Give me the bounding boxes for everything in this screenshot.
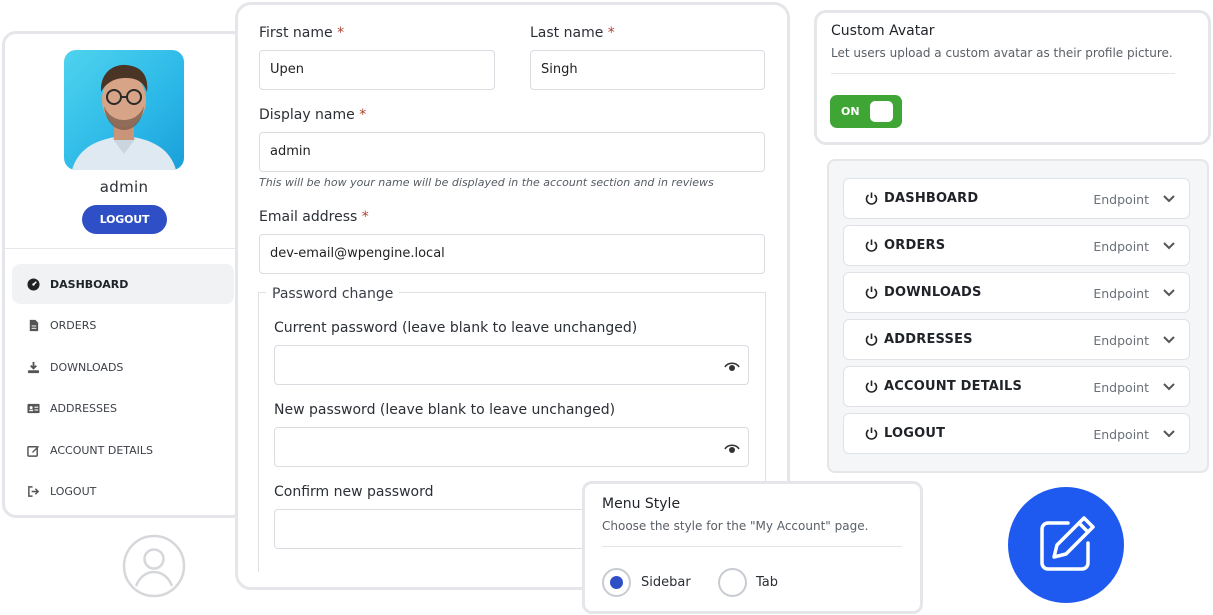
radio-tab-label: Tab <box>756 575 779 590</box>
endpoint-type: Endpoint <box>1093 286 1149 301</box>
nav-item-dashboard[interactable]: DASHBOARD <box>12 264 234 304</box>
endpoint-name: LOGOUT <box>884 426 946 441</box>
last-name-label: Last name * <box>530 25 615 41</box>
display-name-input[interactable]: admin <box>259 132 765 172</box>
custom-avatar-toggle[interactable]: ON <box>830 95 902 128</box>
account-username: admin <box>99 178 149 196</box>
new-password-input[interactable] <box>274 427 749 467</box>
endpoint-name: ORDERS <box>884 238 946 253</box>
eye-icon[interactable] <box>724 443 740 455</box>
menu-style-description: Choose the style for the "My Account" pa… <box>602 519 869 533</box>
divider <box>602 546 902 547</box>
file-icon <box>26 319 40 333</box>
power-icon <box>865 239 878 252</box>
power-icon <box>865 427 878 440</box>
email-input[interactable]: dev-email@wpengine.local <box>259 234 765 274</box>
edit-button[interactable] <box>1008 487 1124 603</box>
dashboard-icon <box>26 277 40 291</box>
chevron-down-icon[interactable] <box>1163 335 1175 345</box>
display-name-label: Display name * <box>259 107 367 123</box>
chevron-down-icon[interactable] <box>1163 241 1175 251</box>
last-name-input[interactable]: Singh <box>530 50 765 90</box>
toggle-label: ON <box>841 105 860 118</box>
menu-style-card: Menu Style Choose the style for the "My … <box>582 481 923 614</box>
new-password-label: New password (leave blank to leave uncha… <box>274 402 616 418</box>
nav-item-orders[interactable]: ORDERS <box>12 306 234 346</box>
nav-item-account-details[interactable]: ACCOUNT DETAILS <box>12 430 234 470</box>
endpoint-type: Endpoint <box>1093 427 1149 442</box>
radio-tab[interactable] <box>718 568 747 597</box>
password-legend: Password change <box>266 286 400 302</box>
endpoint-row-logout[interactable]: LOGOUT Endpoint <box>843 413 1190 454</box>
chevron-down-icon[interactable] <box>1163 429 1175 439</box>
nav-item-downloads[interactable]: DOWNLOADS <box>12 347 234 387</box>
endpoint-name: DASHBOARD <box>884 191 979 206</box>
eye-icon[interactable] <box>724 361 740 373</box>
endpoint-type: Endpoint <box>1093 380 1149 395</box>
display-name-hint: This will be how your name will be displ… <box>259 176 714 189</box>
custom-avatar-title: Custom Avatar <box>831 23 935 39</box>
first-name-input[interactable]: Upen <box>259 50 495 90</box>
confirm-password-label: Confirm new password <box>274 484 434 500</box>
endpoint-type: Endpoint <box>1093 192 1149 207</box>
nav-item-label: ORDERS <box>50 319 97 333</box>
user-circle-icon <box>122 534 186 598</box>
nav-item-label: DOWNLOADS <box>50 360 124 374</box>
custom-avatar-card: Custom Avatar Let users upload a custom … <box>814 10 1211 145</box>
download-icon <box>26 360 40 374</box>
account-sidebar-card: admin LOGOUT DASHBOARD ORDERS DOWNLOADS <box>2 31 246 518</box>
edit-icon <box>26 443 40 457</box>
divider <box>831 73 1175 74</box>
toggle-knob <box>870 101 893 122</box>
nav-item-label: DASHBOARD <box>50 277 129 291</box>
chevron-down-icon[interactable] <box>1163 194 1175 204</box>
custom-avatar-description: Let users upload a custom avatar as thei… <box>831 46 1173 60</box>
sign-out-icon <box>26 485 40 499</box>
menu-style-title: Menu Style <box>602 496 681 512</box>
nav-item-label: LOGOUT <box>50 485 97 499</box>
logout-button[interactable]: LOGOUT <box>82 205 167 234</box>
account-nav: DASHBOARD ORDERS DOWNLOADS ADDRESSES ACC… <box>12 264 234 514</box>
power-icon <box>865 192 878 205</box>
chevron-down-icon[interactable] <box>1163 288 1175 298</box>
endpoint-type: Endpoint <box>1093 239 1149 254</box>
avatar-photo-illustration <box>72 64 176 170</box>
endpoint-row-orders[interactable]: ORDERS Endpoint <box>843 225 1190 266</box>
chevron-down-icon[interactable] <box>1163 382 1175 392</box>
radio-sidebar[interactable] <box>602 568 631 597</box>
endpoint-name: ADDRESSES <box>884 332 973 347</box>
id-card-icon <box>26 402 40 416</box>
endpoint-list: DASHBOARD Endpoint ORDERS Endpoint DOWNL… <box>827 159 1209 473</box>
endpoint-row-account-details[interactable]: ACCOUNT DETAILS Endpoint <box>843 366 1190 407</box>
endpoint-row-dashboard[interactable]: DASHBOARD Endpoint <box>843 178 1190 219</box>
nav-item-label: ADDRESSES <box>50 402 117 416</box>
first-name-label: First name * <box>259 25 345 41</box>
nav-item-label: ACCOUNT DETAILS <box>50 443 154 457</box>
nav-item-addresses[interactable]: ADDRESSES <box>12 389 234 429</box>
endpoint-row-addresses[interactable]: ADDRESSES Endpoint <box>843 319 1190 360</box>
current-password-label: Current password (leave blank to leave u… <box>274 320 638 336</box>
endpoint-name: ACCOUNT DETAILS <box>884 379 1023 394</box>
power-icon <box>865 380 878 393</box>
endpoint-name: DOWNLOADS <box>884 285 982 300</box>
power-icon <box>865 286 878 299</box>
current-password-input[interactable] <box>274 345 749 385</box>
email-label: Email address * <box>259 209 369 225</box>
endpoint-row-downloads[interactable]: DOWNLOADS Endpoint <box>843 272 1190 313</box>
pencil-square-icon <box>1040 516 1095 571</box>
endpoint-type: Endpoint <box>1093 333 1149 348</box>
divider <box>5 248 243 249</box>
power-icon <box>865 333 878 346</box>
avatar[interactable] <box>64 50 184 170</box>
nav-item-logout[interactable]: LOGOUT <box>12 472 234 512</box>
radio-sidebar-label: Sidebar <box>641 575 691 590</box>
